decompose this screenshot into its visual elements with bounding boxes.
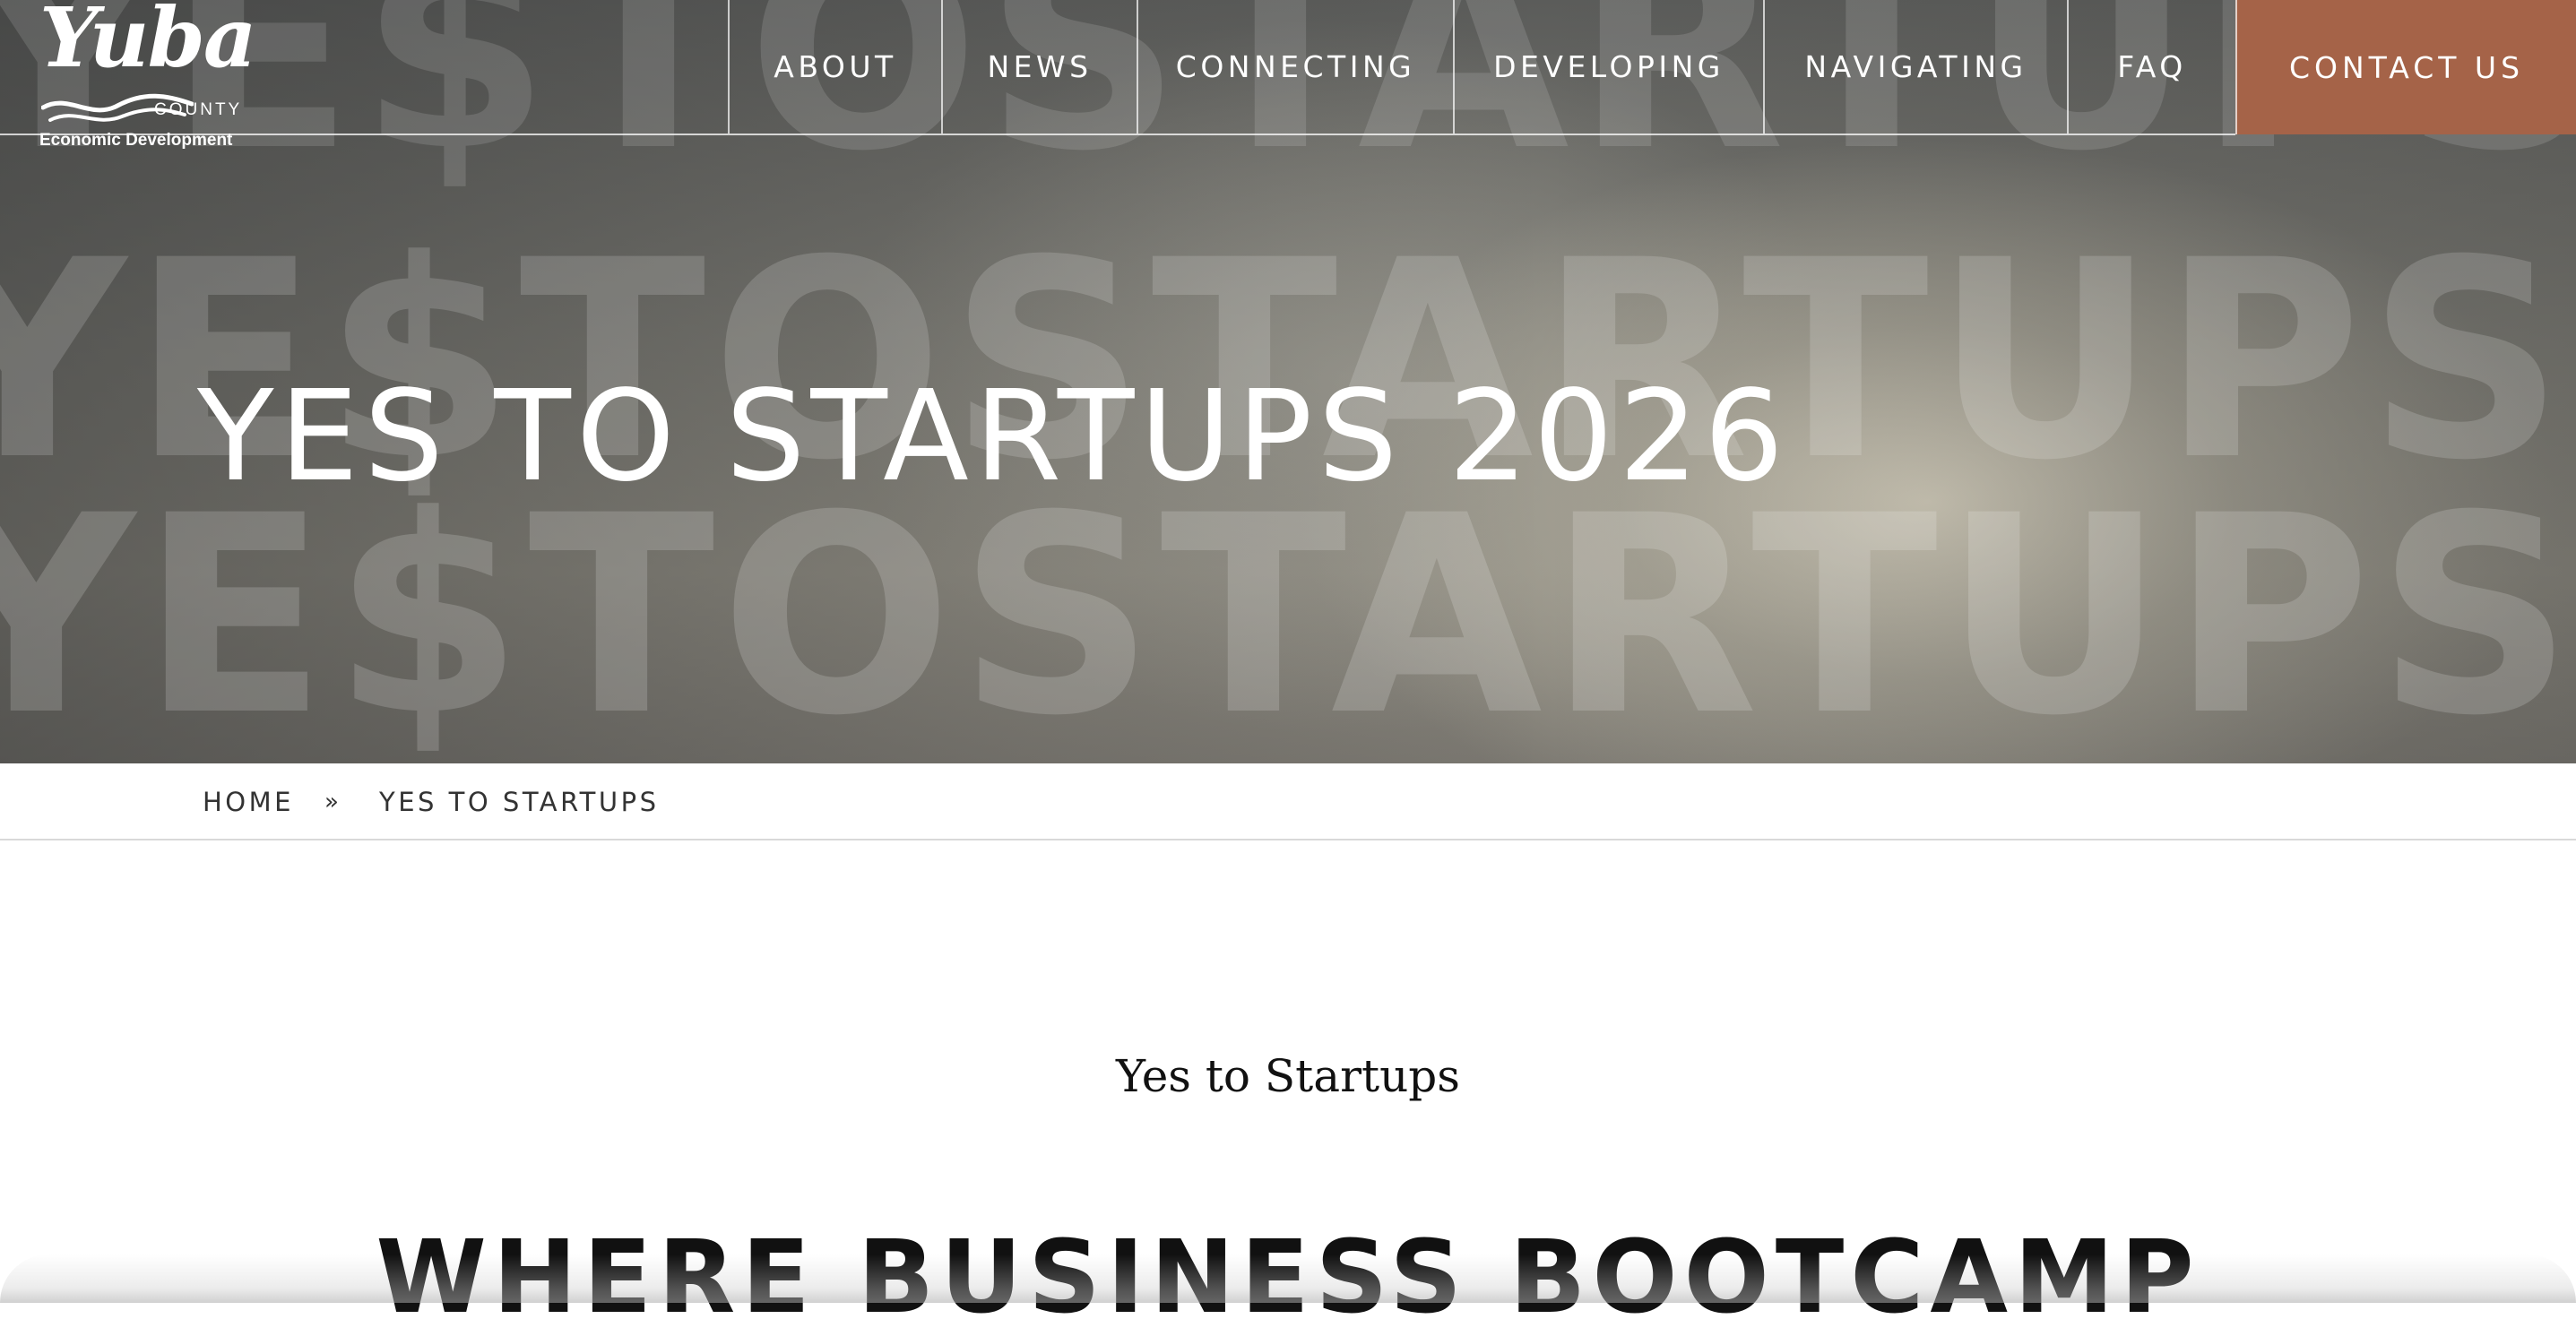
logo-subtitle: Economic Development (39, 131, 233, 150)
page-title: YES TO STARTUPS 2026 (197, 364, 1790, 510)
nav-item-navigating[interactable]: NAVIGATING (1763, 0, 2067, 134)
nav-item-connecting[interactable]: CONNECTING (1137, 0, 1453, 134)
nav-item-faq[interactable]: FAQ (2067, 0, 2235, 134)
site-logo[interactable]: Yuba COUNTY Economic Development (36, 0, 257, 150)
section-eyebrow: Yes to Startups (1116, 1050, 1460, 1102)
overlay-shadow (0, 1254, 2576, 1303)
breadcrumb: HOME » YES TO STARTUPS (0, 763, 2576, 840)
header-divider (0, 134, 2235, 135)
site-header: Yuba COUNTY Economic Development ABOUT N… (0, 0, 2576, 150)
nav-item-about[interactable]: ABOUT (728, 0, 941, 134)
logo-county-text: COUNTY (154, 100, 243, 119)
breadcrumb-separator: » (324, 789, 339, 815)
logo-wordmark: Yuba (39, 0, 257, 86)
nav-item-developing[interactable]: DEVELOPING (1453, 0, 1763, 134)
contact-us-button[interactable]: CONTACT US (2235, 0, 2576, 134)
nav-item-news[interactable]: NEWS (941, 0, 1137, 134)
hero-background-word: YE$TOSTARTUPS (0, 457, 2576, 763)
breadcrumb-current: YES TO STARTUPS (379, 787, 660, 817)
breadcrumb-home-link[interactable]: HOME (203, 763, 294, 840)
